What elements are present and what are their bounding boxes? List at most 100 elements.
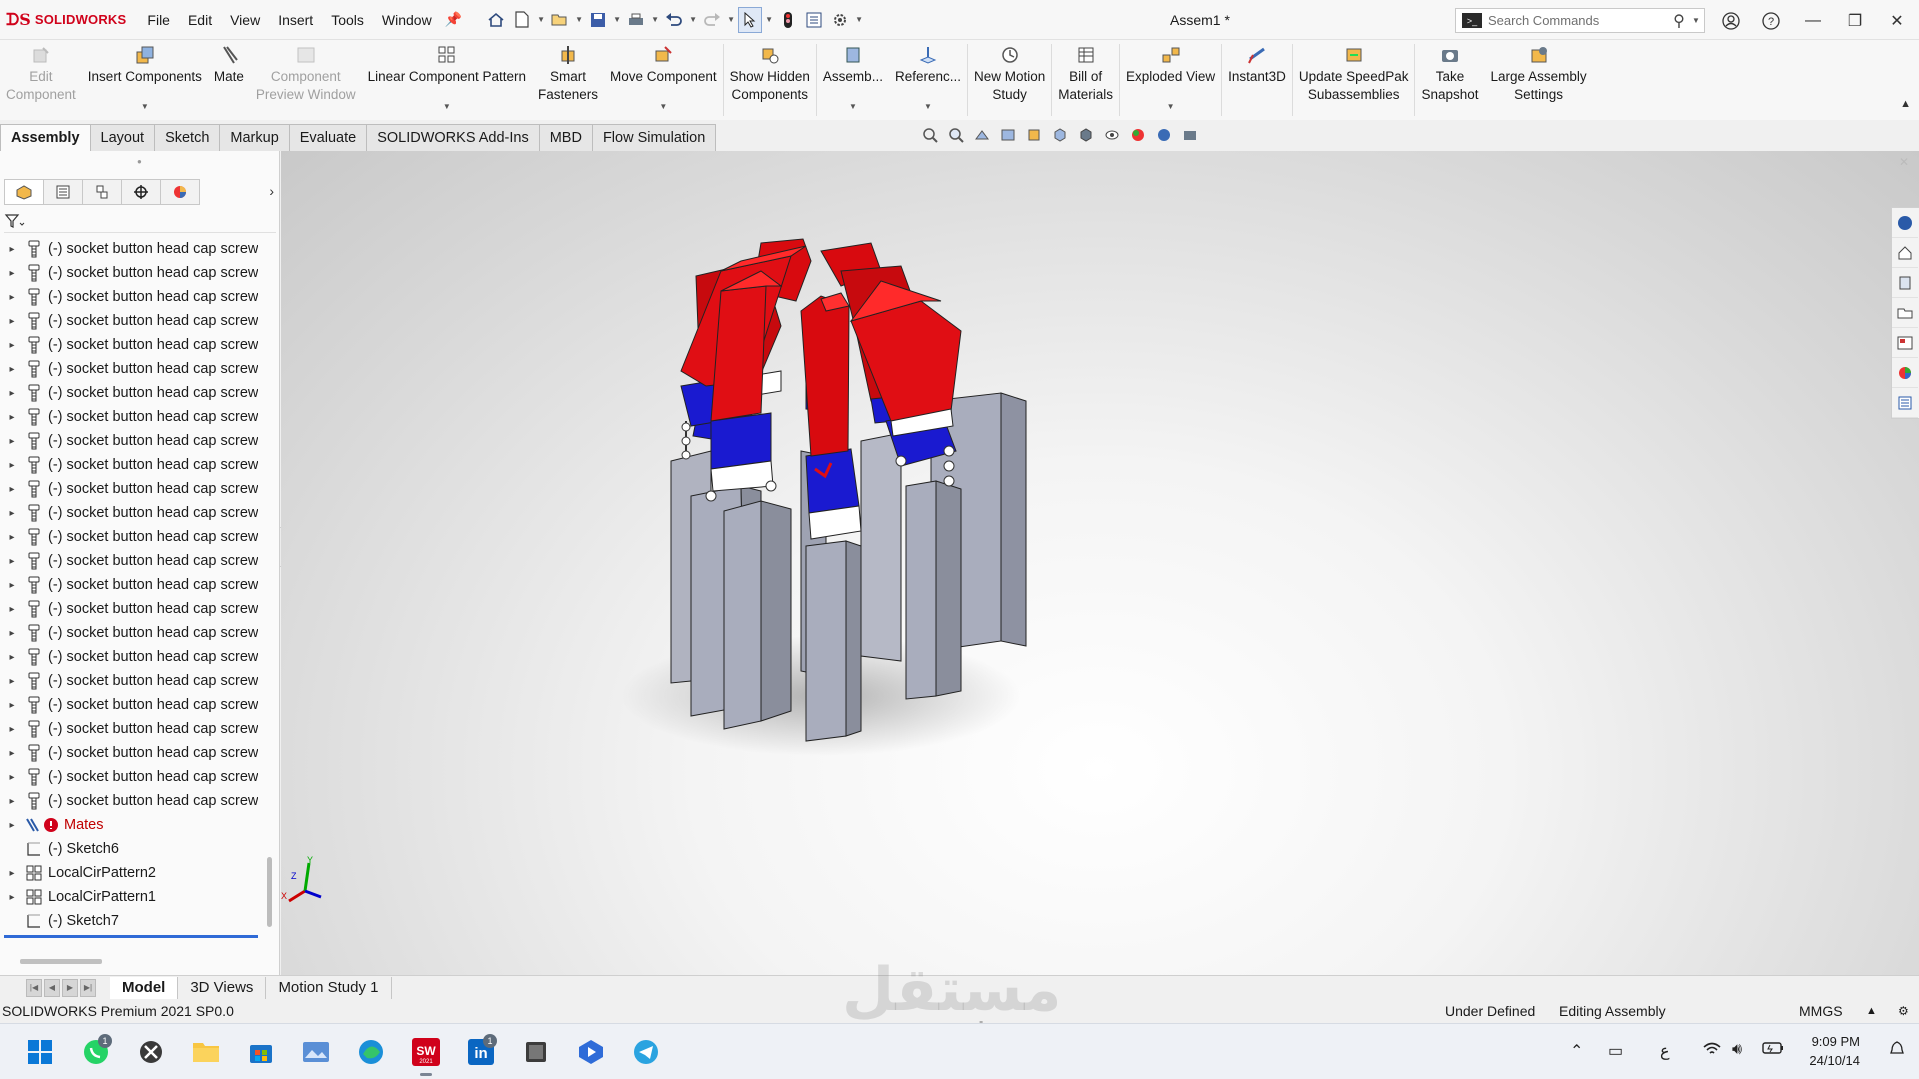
minimize-icon[interactable]: — (1800, 8, 1826, 34)
move-component-dropdown-icon[interactable]: ▼ (659, 98, 667, 116)
reference-geometry-dropdown-icon[interactable]: ▼ (924, 98, 932, 116)
tree-item[interactable]: ▸ (-) socket button head cap screw (0, 285, 264, 309)
expand-arrow-icon[interactable]: ▸ (0, 532, 24, 543)
smart-fasteners-button[interactable]: Smart Fasteners (532, 40, 604, 120)
print-dropdown-icon[interactable]: ▼ (650, 15, 660, 24)
whatsapp-icon[interactable]: 1 (78, 1034, 114, 1070)
solidworks-taskbar-icon[interactable]: SW 2021 (408, 1034, 444, 1076)
tab-solidworks-add-ins[interactable]: SOLIDWORKS Add-Ins (366, 124, 540, 151)
expand-arrow-icon[interactable]: ▸ (0, 580, 24, 591)
expand-arrow-icon[interactable]: ▸ (0, 868, 24, 879)
search-commands-box[interactable]: >_ Search Commands ⚲ ▼ (1455, 8, 1705, 33)
prev-tab-icon[interactable]: ◀ (44, 978, 60, 997)
solidworks-logo[interactable]: ᗪS SOLIDWORKS (0, 0, 138, 39)
large-assembly-settings-button[interactable]: Large Assembly Settings (1485, 40, 1593, 120)
filter-icon[interactable] (4, 213, 26, 229)
exploded-view-button[interactable]: Exploded View ▼ (1120, 40, 1221, 120)
horizontal-scrollbar-thumb[interactable] (20, 959, 102, 964)
show-hidden-tray-chevron-icon[interactable]: ⌃ (1570, 1041, 1583, 1061)
configuration-manager-tab-icon[interactable] (82, 179, 122, 205)
expand-arrow-icon[interactable]: ▸ (0, 724, 24, 735)
hide-show-items-icon[interactable] (1102, 125, 1122, 145)
insert-components-button[interactable]: Insert Components ▼ (82, 40, 208, 120)
telegram-icon[interactable] (628, 1034, 664, 1070)
tree-item[interactable]: ▸ (-) socket button head cap screw (0, 645, 264, 669)
solidworks-resources-icon[interactable] (1892, 208, 1918, 238)
expand-arrow-icon[interactable]: ▸ (0, 484, 24, 495)
tree-item[interactable]: ▸ (-) socket button head cap screw (0, 429, 264, 453)
tree-item[interactable]: ▸ (-) socket button head cap screw (0, 573, 264, 597)
tree-item[interactable]: ▸ (-) socket button head cap screw (0, 621, 264, 645)
instant3d-button[interactable]: Instant3D (1222, 40, 1292, 120)
battery-icon[interactable] (1762, 1041, 1784, 1060)
home-icon[interactable] (484, 7, 508, 33)
tree-item[interactable]: ▸ LocalCirPattern2 (0, 861, 264, 885)
tab-mbd[interactable]: MBD (538, 124, 593, 151)
tree-scrollbar-thumb[interactable] (267, 857, 272, 927)
expand-arrow-icon[interactable]: ▸ (0, 412, 24, 423)
zoom-to-fit-icon[interactable] (920, 125, 940, 145)
redo-icon[interactable] (700, 7, 724, 33)
tree-item[interactable]: ▸ (-) socket button head cap screw (0, 477, 264, 501)
menu-tools[interactable]: Tools (322, 12, 373, 28)
options-gear-icon[interactable] (828, 7, 852, 33)
system-clock[interactable]: 9:09 PM 24/10/14 (1800, 1032, 1860, 1070)
assembly-features-button[interactable]: Assemb... ▼ (817, 40, 889, 120)
property-manager-tab-icon[interactable] (43, 179, 83, 205)
expand-arrow-icon[interactable]: ▸ (0, 244, 24, 255)
search-icon[interactable]: ⚲ (1666, 11, 1692, 31)
xbox-icon[interactable] (133, 1034, 169, 1070)
tree-item[interactable]: (-) Sketch7 (0, 909, 264, 931)
new-dropdown-icon[interactable]: ▼ (536, 15, 546, 24)
previous-view-icon[interactable] (972, 125, 992, 145)
zoom-to-area-icon[interactable] (946, 125, 966, 145)
view-settings-icon[interactable] (1180, 125, 1200, 145)
print-icon[interactable] (624, 7, 648, 33)
next-tab-icon[interactable]: ▶ (62, 978, 78, 997)
redo-dropdown-icon[interactable]: ▼ (726, 15, 736, 24)
expand-arrow-icon[interactable]: ▸ (0, 556, 24, 567)
tree-item[interactable]: ▸ (-) socket button head cap screw (0, 405, 264, 429)
undo-dropdown-icon[interactable]: ▼ (688, 15, 698, 24)
tree-item[interactable]: ▸ (-) socket button head cap screw (0, 693, 264, 717)
assembly-features-dropdown-icon[interactable]: ▼ (849, 98, 857, 116)
tree-item[interactable]: ▸ (-) socket button head cap screw (0, 741, 264, 765)
move-component-button[interactable]: Move Component ▼ (604, 40, 723, 120)
tree-item[interactable]: ▸ (-) socket button head cap screw (0, 381, 264, 405)
tree-item[interactable]: ▸ (-) socket button head cap screw (0, 549, 264, 573)
insert-components-dropdown-icon[interactable]: ▼ (141, 98, 149, 116)
section-view-icon[interactable] (998, 125, 1018, 145)
new-motion-study-button[interactable]: New Motion Study (968, 40, 1051, 120)
rollback-bar[interactable] (4, 935, 258, 938)
volume-icon[interactable]: 🔊︎ (1732, 1041, 1742, 1059)
tree-item[interactable]: ▸ Mates (0, 813, 264, 837)
tab-evaluate[interactable]: Evaluate (288, 124, 368, 151)
quick-tips-icon[interactable]: ⚙ (1898, 1004, 1909, 1018)
more-tabs-chevron-icon[interactable]: › (269, 183, 274, 199)
collapse-ribbon-icon[interactable]: ▲ (1900, 98, 1911, 110)
new-document-icon[interactable] (510, 7, 534, 33)
menu-window[interactable]: Window (373, 12, 441, 28)
expand-arrow-icon[interactable]: ▸ (0, 748, 24, 759)
tree-item[interactable]: ▸ LocalCirPattern1 (0, 885, 264, 909)
input-language[interactable]: ع (1660, 1041, 1670, 1061)
save-icon[interactable] (586, 7, 610, 33)
edge-browser-icon[interactable] (353, 1034, 389, 1070)
tab-assembly[interactable]: Assembly (0, 124, 91, 151)
expand-arrow-icon[interactable]: ▸ (0, 700, 24, 711)
save-dropdown-icon[interactable]: ▼ (612, 15, 622, 24)
tab-3d-views[interactable]: 3D Views (178, 976, 267, 999)
select-cursor-icon[interactable] (738, 6, 763, 33)
photos-icon[interactable] (298, 1034, 334, 1070)
file-explorer-icon[interactable] (1892, 298, 1918, 328)
expand-arrow-icon[interactable]: ▸ (0, 676, 24, 687)
dimxpert-manager-tab-icon[interactable] (121, 179, 161, 205)
expand-arrow-icon[interactable]: ▸ (0, 892, 24, 903)
tree-item[interactable]: (-) Sketch6 (0, 837, 264, 861)
tree-item[interactable]: ▸ (-) socket button head cap screw (0, 333, 264, 357)
home-icon[interactable] (1892, 238, 1918, 268)
tree-item[interactable]: ▸ (-) socket button head cap screw (0, 237, 264, 261)
tab-flow-simulation[interactable]: Flow Simulation (591, 124, 717, 151)
exploded-view-dropdown-icon[interactable]: ▼ (1167, 98, 1175, 116)
tree-item[interactable]: ▸ (-) socket button head cap screw (0, 789, 264, 813)
